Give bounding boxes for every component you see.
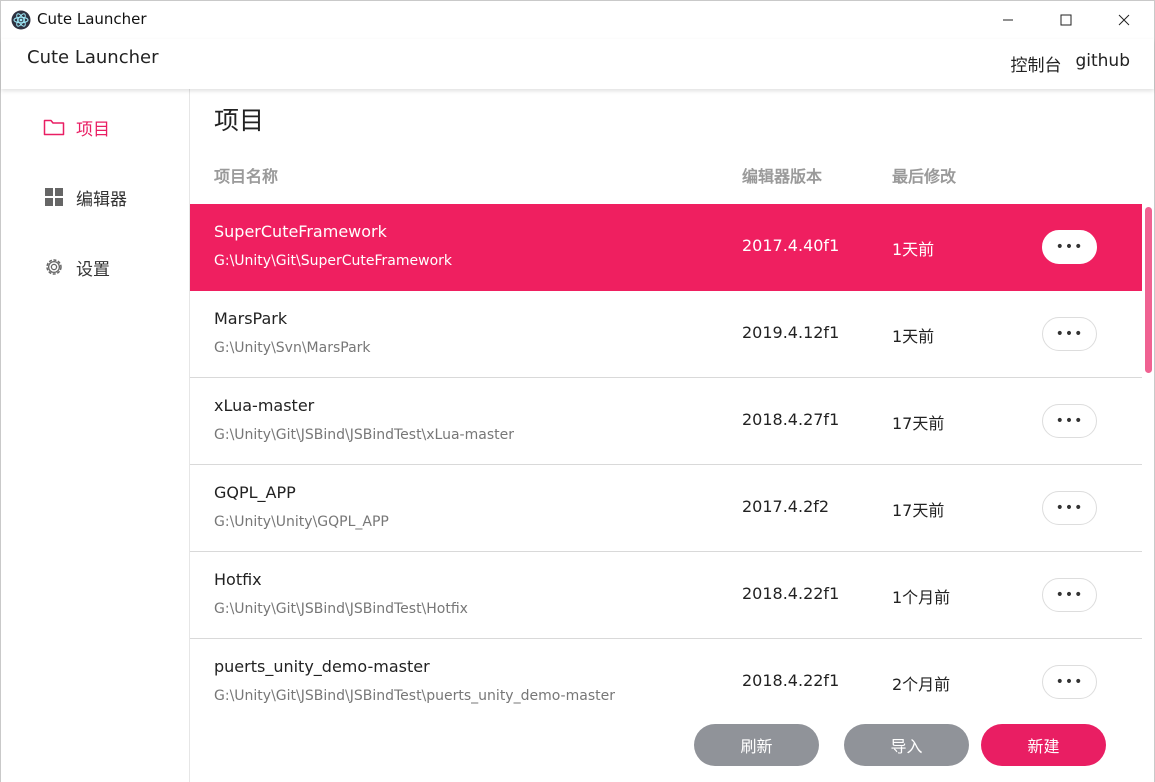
column-header-name[interactable]: 项目名称	[214, 163, 278, 187]
title-bar: Cute Launcher	[1, 1, 1154, 39]
project-path: G:\Unity\Git\SuperCuteFramework	[214, 253, 452, 269]
project-path: G:\Unity\Svn\MarsPark	[214, 340, 371, 356]
last-modified: 1天前	[892, 327, 935, 346]
project-row[interactable]: SuperCuteFramework G:\Unity\Git\SuperCut…	[190, 204, 1142, 291]
editor-version: 2017.4.40f1	[742, 236, 840, 255]
column-header-version[interactable]: 编辑器版本	[742, 163, 822, 187]
more-options-button[interactable]: •••	[1042, 404, 1097, 438]
editor-version: 2019.4.12f1	[742, 323, 840, 342]
close-button[interactable]	[1095, 1, 1153, 39]
last-modified: 2个月前	[892, 675, 951, 694]
gear-icon	[43, 256, 65, 278]
editor-version: 2018.4.22f1	[742, 584, 840, 603]
more-options-button[interactable]: •••	[1042, 230, 1097, 264]
last-modified: 17天前	[892, 414, 945, 433]
window-title: Cute Launcher	[37, 10, 147, 28]
github-link[interactable]: github	[1075, 51, 1130, 76]
project-row[interactable]: puerts_unity_demo-master G:\Unity\Git\JS…	[190, 639, 1142, 706]
new-project-button[interactable]: 新建	[981, 724, 1106, 766]
main-panel: 项目 项目名称 编辑器版本 最后修改 SuperCuteFramework G:…	[190, 89, 1154, 782]
project-row[interactable]: MarsPark G:\Unity\Svn\MarsPark 2019.4.12…	[190, 291, 1142, 378]
app-window: Cute Launcher Cute Launcher 控制台 github 项…	[0, 0, 1155, 782]
editor-version: 2018.4.27f1	[742, 410, 840, 429]
refresh-button[interactable]: 刷新	[694, 724, 819, 766]
project-row[interactable]: Hotfix G:\Unity\Git\JSBind\JSBindTest\Ho…	[190, 552, 1142, 639]
project-name: Hotfix	[214, 570, 262, 589]
last-modified: 17天前	[892, 501, 945, 520]
project-name: puerts_unity_demo-master	[214, 657, 430, 676]
project-name: MarsPark	[214, 309, 288, 328]
page-title: 项目	[214, 106, 265, 135]
project-path: G:\Unity\Git\JSBind\JSBindTest\Hotfix	[214, 601, 468, 617]
scrollbar[interactable]	[1143, 204, 1154, 706]
last-modified: 1个月前	[892, 588, 951, 607]
sidebar-item-editors[interactable]: 编辑器	[1, 172, 190, 222]
console-link[interactable]: 控制台	[1010, 51, 1061, 76]
project-path: G:\Unity\Unity\GQPL_APP	[214, 514, 389, 530]
sidebar-item-label: 编辑器	[76, 189, 127, 210]
minimize-button[interactable]	[979, 1, 1037, 39]
more-options-button[interactable]: •••	[1042, 578, 1097, 612]
project-path: G:\Unity\Git\JSBind\JSBindTest\puerts_un…	[214, 688, 615, 704]
sidebar-item-settings[interactable]: 设置	[1, 242, 190, 292]
sidebar: 项目 编辑器 设置	[1, 89, 190, 782]
project-name: xLua-master	[214, 396, 315, 415]
sidebar-item-projects[interactable]: 项目	[1, 102, 190, 152]
project-row[interactable]: GQPL_APP G:\Unity\Unity\GQPL_APP 2017.4.…	[190, 465, 1142, 552]
project-name: GQPL_APP	[214, 483, 296, 502]
import-button[interactable]: 导入	[844, 724, 969, 766]
header-links: 控制台 github	[1010, 51, 1130, 76]
editor-version: 2018.4.22f1	[742, 671, 840, 690]
project-row[interactable]: xLua-master G:\Unity\Git\JSBind\JSBindTe…	[190, 378, 1142, 465]
more-options-button[interactable]: •••	[1042, 665, 1097, 699]
sidebar-item-label: 设置	[76, 259, 110, 280]
last-modified: 1天前	[892, 240, 935, 259]
project-name: SuperCuteFramework	[214, 222, 387, 241]
editor-version: 2017.4.2f2	[742, 497, 830, 516]
column-header-modified[interactable]: 最后修改	[892, 163, 956, 187]
more-options-button[interactable]: •••	[1042, 491, 1097, 525]
project-list: SuperCuteFramework G:\Unity\Git\SuperCut…	[190, 204, 1142, 706]
folder-icon	[43, 116, 65, 138]
project-path: G:\Unity\Git\JSBind\JSBindTest\xLua-mast…	[214, 427, 514, 443]
close-icon	[1118, 14, 1130, 26]
electron-icon	[11, 10, 31, 30]
app-name: Cute Launcher	[27, 47, 159, 68]
app-header: Cute Launcher 控制台 github	[1, 39, 1154, 89]
minimize-icon	[1003, 19, 1013, 21]
footer-actions: 刷新 导入 新建	[190, 706, 1154, 782]
grid-icon	[43, 186, 65, 208]
scrollbar-thumb[interactable]	[1145, 207, 1152, 373]
maximize-icon	[1060, 14, 1072, 26]
more-options-button[interactable]: •••	[1042, 317, 1097, 351]
maximize-button[interactable]	[1037, 1, 1095, 39]
sidebar-item-label: 项目	[76, 119, 110, 140]
